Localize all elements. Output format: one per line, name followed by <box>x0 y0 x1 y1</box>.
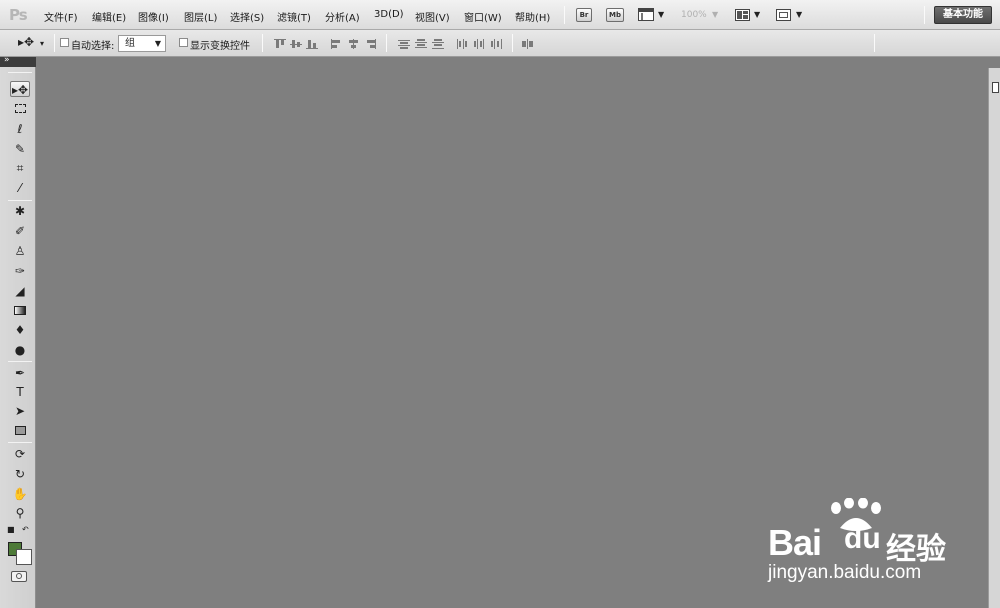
screen-mode-icon[interactable] <box>776 9 791 21</box>
align-vertical-center-icon[interactable] <box>290 39 302 49</box>
mini-bridge-button[interactable]: Mb <box>606 8 624 22</box>
auto-select-dropdown[interactable]: 组 ▼ <box>118 35 166 52</box>
chevron-down-icon[interactable]: ▼ <box>796 10 802 19</box>
watermark-du: du <box>844 522 881 555</box>
watermark-url: jingyan.baidu.com <box>768 562 922 583</box>
chevron-down-icon: ▼ <box>154 39 161 48</box>
menu-separator <box>564 6 565 24</box>
menu-bar: Ps 文件(F) 编辑(E) 图像(I) 图层(L) 选择(S) 滤镜(T) 分… <box>0 0 1000 30</box>
options-bar: ▸✥ ▾ 自动选择: 组 ▼ 显示变换控件 <box>0 30 1000 57</box>
menu-help[interactable]: 帮助(H) <box>515 9 550 24</box>
history-brush-icon[interactable]: ✑ <box>10 263 30 279</box>
options-separator <box>54 34 55 52</box>
background-color-swatch[interactable] <box>16 549 32 565</box>
tools-panel: » ▸✥ ℓ ✎ ⌗ ⁄ ✱ ✐ ♙ ✑ ◢ ♦ ● ✒ T ➤ ⟳ ↻ ✋ ⚲… <box>0 55 36 608</box>
marquee-tool-icon[interactable] <box>10 101 30 117</box>
toolbox-grip <box>8 72 32 73</box>
auto-select-checkbox[interactable] <box>60 38 69 47</box>
spot-healing-brush-icon[interactable]: ✱ <box>10 203 30 219</box>
menu-3d[interactable]: 3D(D) <box>374 9 404 20</box>
distribute-right-icon[interactable] <box>491 39 503 49</box>
menu-window[interactable]: 窗口(W) <box>464 9 502 24</box>
menu-image[interactable]: 图像(I) <box>138 9 169 24</box>
distribute-horizontal-center-icon[interactable] <box>474 39 486 49</box>
options-separator <box>874 34 875 52</box>
quick-mask-button[interactable] <box>11 571 27 582</box>
dodge-tool-icon[interactable]: ● <box>10 342 30 358</box>
menu-analysis[interactable]: 分析(A) <box>325 9 360 24</box>
panel-dock <box>988 68 1000 608</box>
baidu-jingyan-watermark: Bai du 经验 jingyan.baidu.com <box>768 498 978 593</box>
quick-selection-tool-icon[interactable]: ✎ <box>10 141 30 157</box>
3d-rotate-tool-icon[interactable]: ⟳ <box>10 446 30 462</box>
tool-separator <box>8 200 32 201</box>
align-horizontal-center-icon[interactable] <box>348 39 360 49</box>
hand-tool-icon[interactable]: ✋ <box>10 486 30 502</box>
tool-separator <box>8 442 32 443</box>
menu-filter[interactable]: 滤镜(T) <box>277 9 311 24</box>
menu-edit[interactable]: 编辑(E) <box>92 9 126 24</box>
distribute-bottom-icon[interactable] <box>432 39 444 49</box>
show-transform-label: 显示变换控件 <box>190 41 250 52</box>
path-selection-tool-icon[interactable]: ➤ <box>10 403 30 419</box>
double-arrow-icon[interactable]: » <box>4 55 10 65</box>
zoom-tool-icon[interactable]: ⚲ <box>10 505 30 521</box>
bridge-button[interactable]: Br <box>576 8 592 22</box>
workspace-switcher-button[interactable]: 基本功能 <box>934 6 992 24</box>
chevron-down-icon[interactable]: ▼ <box>712 10 718 19</box>
align-top-icon[interactable] <box>274 39 286 49</box>
menu-view[interactable]: 视图(V) <box>415 9 450 24</box>
align-left-icon[interactable] <box>331 39 343 49</box>
app-logo: Ps <box>9 6 28 24</box>
distribute-left-icon[interactable] <box>457 39 469 49</box>
zoom-level[interactable]: 100% <box>681 10 707 20</box>
distribute-top-icon[interactable] <box>398 39 410 49</box>
options-separator <box>262 34 263 52</box>
chevron-down-icon[interactable]: ▼ <box>754 10 760 19</box>
clone-stamp-icon[interactable]: ♙ <box>10 243 30 259</box>
menu-select[interactable]: 选择(S) <box>230 9 264 24</box>
chevron-down-icon[interactable]: ▼ <box>658 10 664 19</box>
options-separator <box>386 34 387 52</box>
auto-select-label: 自动选择: <box>71 41 115 52</box>
menu-layer[interactable]: 图层(L) <box>184 9 217 24</box>
menu-separator <box>924 6 925 24</box>
align-bottom-icon[interactable] <box>306 39 318 49</box>
show-transform-checkbox[interactable] <box>179 38 188 47</box>
quick-mask-icon <box>16 573 22 579</box>
options-separator <box>512 34 513 52</box>
move-tool-icon[interactable]: ▸✥ <box>10 81 30 97</box>
brush-tool-icon[interactable]: ✐ <box>10 223 30 239</box>
3d-orbit-tool-icon[interactable]: ↻ <box>10 466 30 482</box>
panel-icon[interactable] <box>992 82 999 93</box>
eraser-tool-icon[interactable]: ◢ <box>10 283 30 299</box>
tool-separator <box>8 361 32 362</box>
blur-tool-icon[interactable]: ♦ <box>10 322 30 338</box>
lasso-tool-icon[interactable]: ℓ <box>10 121 30 137</box>
align-right-icon[interactable] <box>365 39 377 49</box>
crop-tool-icon[interactable]: ⌗ <box>10 160 30 176</box>
pen-tool-icon[interactable]: ✒ <box>10 365 30 381</box>
type-tool-icon[interactable]: T <box>10 384 30 400</box>
extras-icon[interactable] <box>638 8 654 21</box>
menu-file[interactable]: 文件(F) <box>44 9 78 24</box>
gradient-tool-icon[interactable] <box>10 303 30 319</box>
arrange-documents-icon[interactable] <box>735 9 750 21</box>
watermark-bai: Bai <box>768 522 822 563</box>
move-tool-preset-icon[interactable]: ▸✥ <box>18 35 34 49</box>
distribute-vertical-center-icon[interactable] <box>415 39 427 49</box>
default-colors-icon[interactable]: ■ <box>7 525 15 534</box>
swap-colors-icon[interactable]: ↶ <box>22 525 29 534</box>
rectangle-tool-icon[interactable] <box>10 423 30 439</box>
chevron-down-icon[interactable]: ▾ <box>40 39 44 48</box>
auto-align-layers-icon[interactable] <box>522 39 534 49</box>
tools-panel-header[interactable]: » <box>0 55 36 67</box>
auto-select-value: 组 <box>125 38 135 49</box>
eyedropper-tool-icon[interactable]: ⁄ <box>10 180 30 196</box>
